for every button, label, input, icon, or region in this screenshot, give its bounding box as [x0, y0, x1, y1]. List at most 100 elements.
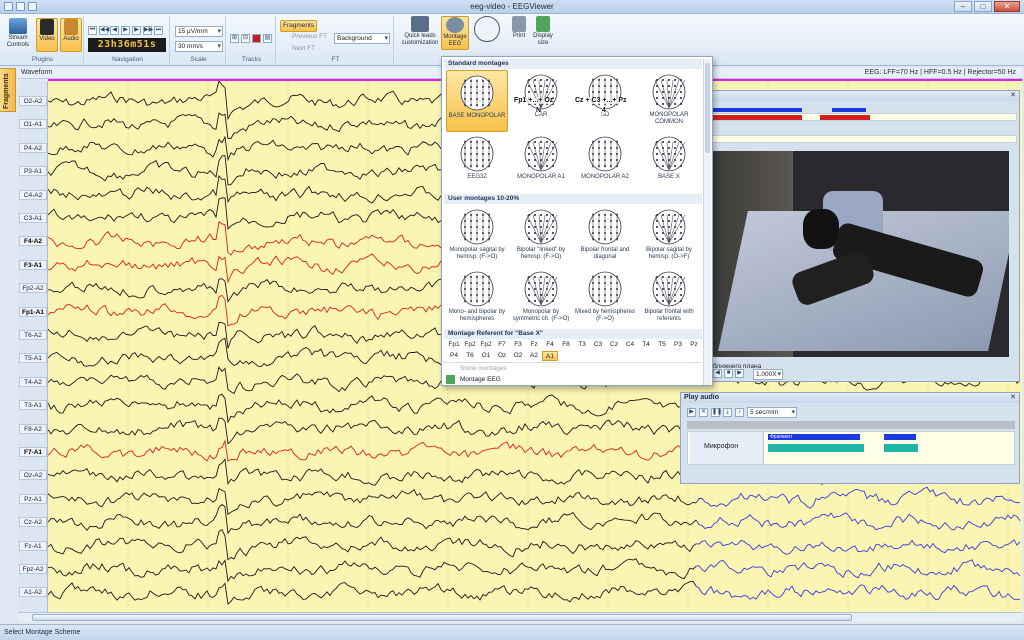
- minimize-button[interactable]: –: [954, 1, 972, 12]
- referent-option[interactable]: O1: [478, 351, 494, 361]
- montage-option[interactable]: Bipolar sagital by hemisp. (O->F): [638, 205, 700, 267]
- rewind-icon[interactable]: ◀◀: [99, 26, 109, 35]
- referent-option[interactable]: T5: [654, 340, 670, 350]
- channel-label[interactable]: P3-A1: [19, 166, 47, 177]
- stream-controls-button[interactable]: Stream Controls: [4, 18, 32, 52]
- referent-option[interactable]: A2: [526, 351, 542, 361]
- channel-label[interactable]: F7-A1: [19, 447, 47, 457]
- previous-ft-button[interactable]: Previous FT: [292, 32, 327, 42]
- referent-option[interactable]: Fp1: [446, 340, 462, 350]
- close-button[interactable]: ✕: [994, 1, 1020, 12]
- channel-label[interactable]: T3-A1: [19, 400, 47, 411]
- close-icon[interactable]: ✕: [1010, 393, 1016, 403]
- referent-option[interactable]: Fp2: [478, 340, 494, 350]
- referent-option[interactable]: Pz: [686, 340, 702, 350]
- track-color-icon[interactable]: [252, 34, 261, 43]
- audio-export-icon[interactable]: ⤓: [723, 408, 732, 417]
- video-play-icon[interactable]: ▶: [735, 369, 744, 378]
- display-size-button[interactable]: Display size: [531, 16, 555, 50]
- channel-label[interactable]: A1-A2: [19, 587, 47, 598]
- referent-option[interactable]: T4: [638, 340, 654, 350]
- fragments-tab[interactable]: Fragments: [0, 68, 16, 112]
- channel-label[interactable]: T5-A1: [19, 353, 47, 364]
- channel-label[interactable]: Pz-A1: [19, 493, 47, 504]
- step-forward-icon[interactable]: ▶: [132, 26, 141, 35]
- video-speed-select[interactable]: 1.000X: [753, 369, 783, 380]
- audio-segment[interactable]: Фрагмент: [768, 434, 860, 440]
- referent-option[interactable]: A1: [542, 351, 558, 361]
- channel-label[interactable]: C4-A2: [19, 189, 47, 200]
- step-back-icon[interactable]: ◀: [110, 26, 119, 35]
- speed-select[interactable]: 30 mm/s: [175, 41, 223, 52]
- referent-option[interactable]: T6: [462, 351, 478, 361]
- background-select[interactable]: Background: [334, 33, 390, 44]
- referent-option[interactable]: C3: [590, 340, 606, 350]
- referent-option[interactable]: T3: [574, 340, 590, 350]
- show-montages-item[interactable]: Show montages: [460, 365, 507, 372]
- montage-option[interactable]: MONOPOLAR A2: [574, 132, 636, 194]
- montage-option[interactable]: Bipolar frontal with referents: [638, 267, 700, 329]
- referent-option[interactable]: Cz: [606, 340, 622, 350]
- channel-label[interactable]: T4-A2: [19, 376, 47, 387]
- track-add-icon[interactable]: ⊞: [230, 34, 239, 43]
- montage-option[interactable]: BASE MONOPOLAR: [446, 70, 508, 132]
- dropdown-scrollbar[interactable]: [703, 59, 711, 385]
- maximize-button[interactable]: □: [974, 1, 992, 12]
- next-ft-button[interactable]: Next FT: [292, 44, 315, 54]
- channel-label[interactable]: O2-A2: [19, 96, 47, 106]
- montage-option[interactable]: Bipolar "linked" by hemisp. (F->O): [510, 205, 572, 267]
- last-icon[interactable]: ⏭: [154, 26, 163, 35]
- close-icon[interactable]: ✕: [1010, 91, 1016, 99]
- video-button[interactable]: Video: [36, 18, 58, 52]
- referent-option[interactable]: O2: [510, 351, 526, 361]
- channel-label[interactable]: P4-A2: [19, 142, 47, 153]
- referent-option[interactable]: F7: [494, 340, 510, 350]
- head-scheme-button[interactable]: [471, 16, 503, 50]
- audio-stop-icon[interactable]: ✕: [699, 408, 708, 417]
- channel-label[interactable]: F3-A1: [19, 259, 47, 270]
- volume-icon[interactable]: ♪: [735, 408, 744, 417]
- channel-label[interactable]: F8-A2: [19, 423, 47, 434]
- video-prev-icon[interactable]: ◀: [713, 369, 722, 378]
- channel-label[interactable]: Fz-A1: [19, 540, 47, 551]
- forward-icon[interactable]: ▶▶: [143, 26, 153, 35]
- dropdown-scroll-thumb[interactable]: [705, 63, 710, 153]
- referent-option[interactable]: P3: [670, 340, 686, 350]
- video-stop-icon[interactable]: ■: [724, 369, 733, 378]
- video-track[interactable]: [711, 108, 1017, 121]
- montage-eeg-button[interactable]: Montage EEG: [441, 16, 469, 50]
- sensitivity-select[interactable]: 15 µV/mm: [175, 26, 223, 37]
- audio-speed-select[interactable]: 5 sec/mm: [747, 407, 797, 418]
- channel-label[interactable]: F4-A2: [19, 236, 47, 247]
- montage-option[interactable]: MONOPOLAR A1: [510, 132, 572, 194]
- referent-option[interactable]: F8: [558, 340, 574, 350]
- audio-play-icon[interactable]: ▶: [687, 408, 696, 417]
- print-button[interactable]: Print: [508, 16, 530, 50]
- montage-option[interactable]: Monopolar by symmetric ch. (F->O): [510, 267, 572, 329]
- referent-option[interactable]: F4: [542, 340, 558, 350]
- audio-segment-2[interactable]: [884, 434, 916, 440]
- horizontal-scrollbar[interactable]: [18, 612, 1022, 622]
- montage-eeg-item[interactable]: Montage EEG: [460, 376, 501, 383]
- referent-option[interactable]: C4: [622, 340, 638, 350]
- first-icon[interactable]: ⏮: [88, 26, 97, 35]
- montage-option[interactable]: Mono- and bipolar by hemispheres: [446, 267, 508, 329]
- referent-option[interactable]: F3: [510, 340, 526, 350]
- quick-leads-button[interactable]: Quick leads customization: [400, 16, 440, 50]
- audio-button[interactable]: Audio: [60, 18, 82, 52]
- channel-label[interactable]: Fp1-A1: [19, 306, 47, 317]
- montage-option[interactable]: Bipolar frontal and diagonal: [574, 205, 636, 267]
- audio-pause-icon[interactable]: ❚❚: [711, 408, 722, 417]
- referent-option[interactable]: P4: [446, 351, 462, 361]
- track-remove-icon[interactable]: ⊟: [241, 34, 250, 43]
- scrollbar-thumb[interactable]: [32, 614, 852, 621]
- channel-label[interactable]: Fp2-A2: [19, 283, 47, 294]
- referent-option[interactable]: Oz: [494, 351, 510, 361]
- channel-label[interactable]: Cz-A2: [19, 517, 47, 528]
- referent-option[interactable]: Fp2: [462, 340, 478, 350]
- montage-option[interactable]: Mixed by hemispheres (F->O): [574, 267, 636, 329]
- montage-option[interactable]: MONOPOLAR COMMON: [638, 70, 700, 132]
- montage-option[interactable]: Monopolar sagital by hemisp. (F->O): [446, 205, 508, 267]
- audio-channel[interactable]: Микрофон Фрагмент: [687, 431, 1015, 465]
- montage-option[interactable]: BASE X: [638, 132, 700, 194]
